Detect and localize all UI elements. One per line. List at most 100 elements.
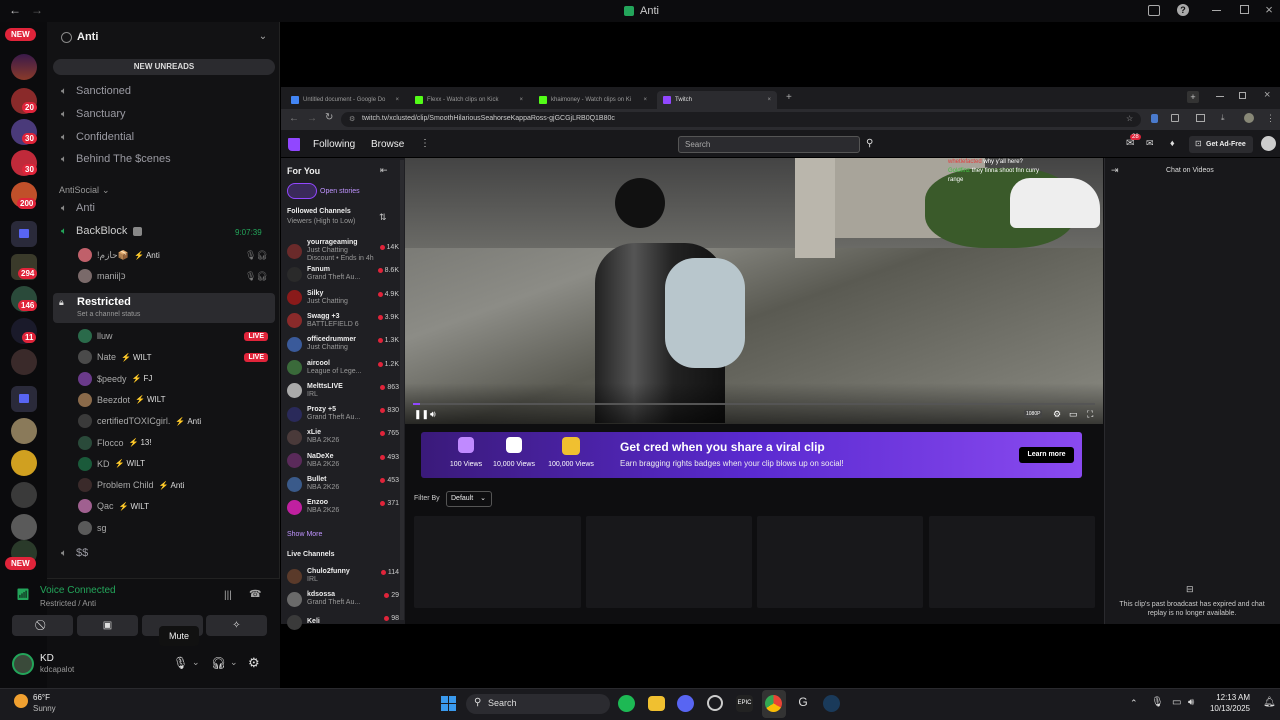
url-text[interactable]: twitch.tv/xclusted/clip/SmoothHilariousS… (362, 115, 615, 122)
voice-user[interactable]: $peedy ⚡ FJ (78, 371, 268, 387)
fullscreen-icon[interactable]: ⛶ (1087, 409, 1093, 420)
followed-channel[interactable]: Prozy +5 Grand Theft Au... 830 (287, 403, 399, 425)
filter-dropdown[interactable]: Default ⌄ (446, 491, 492, 507)
nav-following[interactable]: Following (313, 139, 355, 150)
followed-channel[interactable]: xLie NBA 2K26 765 (287, 426, 399, 448)
close-icon[interactable]: × (519, 97, 523, 103)
disconnect-icon[interactable]: ☎︎ (249, 589, 261, 600)
channel-behind-the-scenes[interactable]: 🔈︎ Behind The $cenes (58, 153, 171, 165)
close-icon[interactable]: × (767, 97, 771, 103)
server-folder-icon[interactable] (11, 221, 37, 247)
reload-icon[interactable]: ↻ (325, 112, 333, 123)
search-input[interactable]: Search (678, 136, 860, 153)
channel-anti[interactable]: 🔈︎ Anti (58, 202, 95, 214)
clip-card-placeholder[interactable] (757, 516, 923, 608)
camera-off-button[interactable]: ⃠ (12, 615, 73, 636)
voice-user[interactable]: Flocco ⚡ 13! (78, 435, 268, 451)
show-more-link[interactable]: Show More (287, 531, 322, 538)
pause-icon[interactable]: ❚❚ (414, 409, 429, 420)
theater-mode-icon[interactable]: ▭ (1069, 409, 1078, 420)
followed-channel[interactable]: Enzoo NBA 2K26 371 (287, 496, 399, 518)
close-icon[interactable]: × (1263, 2, 1275, 17)
weather-desc[interactable]: Sunny (33, 704, 56, 713)
server-icon-9[interactable] (11, 482, 37, 508)
server-icon-7[interactable] (11, 418, 37, 444)
channel-status[interactable]: Set a channel status (77, 311, 140, 318)
search-icon[interactable]: ⚲ (866, 138, 873, 149)
tab-twitch[interactable]: Twitch × (657, 91, 777, 109)
discord-icon[interactable] (677, 695, 694, 712)
user-name[interactable]: KD (40, 653, 54, 664)
back-arrow-icon[interactable]: ← (289, 113, 299, 124)
more-dots-icon[interactable]: ⋮ (420, 138, 430, 149)
sort-icon[interactable]: ⇅ (379, 212, 387, 223)
voice-user[interactable]: KD ⚡ WILT (78, 456, 268, 472)
forward-arrow-icon[interactable]: → (307, 113, 317, 124)
close-icon[interactable]: × (395, 97, 399, 103)
network-icon[interactable]: ▭ (1172, 697, 1181, 708)
minimize-icon[interactable] (1212, 10, 1221, 11)
chevron-down-icon[interactable]: ⌄ (257, 30, 269, 42)
speaker-icon[interactable]: 🔊︎ (1188, 697, 1194, 708)
extension-icon[interactable] (1151, 114, 1158, 123)
server-icon-6[interactable] (11, 349, 37, 375)
followed-channel[interactable]: NaDeXe NBA 2K26 493 (287, 450, 399, 472)
channel-sanctioned[interactable]: 🔈︎ Sanctioned (58, 85, 131, 97)
stories-avatars[interactable] (287, 183, 317, 199)
minimize-icon[interactable] (1216, 96, 1224, 97)
channel-sanctuary[interactable]: 🔈︎ Sanctuary (58, 108, 126, 120)
sidebar-scrollbar[interactable] (400, 160, 404, 620)
voice-user[interactable]: sg (78, 520, 268, 536)
back-arrow-icon[interactable]: ← (8, 3, 22, 17)
voice-connected-label[interactable]: Voice Connected (40, 585, 116, 596)
messages-icon[interactable]: ✉︎ (1146, 138, 1154, 149)
live-channel[interactable]: Chulo2funny IRL 114 (287, 565, 399, 587)
chevron-down-icon[interactable]: ⌄ (230, 657, 238, 668)
new-pill-top[interactable]: NEW (5, 28, 36, 41)
channel-confidential[interactable]: 🔈︎ Confidential (58, 131, 134, 143)
voice-user[interactable]: Problem Child ⚡ Anti (78, 477, 268, 493)
clip-card-placeholder[interactable] (414, 516, 581, 608)
chevron-down-icon[interactable]: ⌄ (192, 657, 200, 668)
tab-kick-flexx[interactable]: Flexx - Watch clips on Kick × (409, 91, 529, 109)
maximize-icon[interactable] (1240, 5, 1249, 14)
spotify-icon[interactable] (618, 695, 635, 712)
puzzle-icon[interactable] (1171, 114, 1179, 122)
tab-google-doc[interactable]: Untitled document - Google Do × (285, 91, 405, 109)
notifications-icon[interactable]: 🔔︎ (1263, 697, 1276, 708)
video-player[interactable] (405, 158, 1103, 424)
new-unreads-pill[interactable]: NEW UNREADS (53, 59, 275, 75)
voice-user[interactable]: manii|כּ (78, 268, 126, 284)
voice-user[interactable]: certifiedTOXICgirl. ⚡ Anti (78, 413, 268, 429)
file-explorer-icon[interactable] (648, 696, 665, 711)
tray-overflow-icon[interactable]: ⌃ (1130, 698, 1138, 709)
clip-card-placeholder[interactable] (586, 516, 752, 608)
microphone-icon[interactable]: 🎙︎ (173, 656, 188, 670)
headphones-icon[interactable]: 🎧︎ (211, 656, 226, 670)
followed-channel[interactable]: MelttsLIVE IRL 863 (287, 380, 399, 402)
nav-browse[interactable]: Browse (371, 139, 404, 150)
voice-user[interactable]: Beezdot ⚡ WILT (78, 392, 268, 408)
twitch-logo-icon[interactable] (288, 138, 300, 151)
soundboard-button[interactable]: ✧ (206, 615, 267, 636)
screen-share-button[interactable]: ▣ (77, 615, 138, 636)
new-pill-bottom[interactable]: NEW (5, 557, 36, 570)
followed-channel[interactable]: yourrageaming Just Chatting Discount • End… (287, 239, 399, 262)
voice-user[interactable]: lluw LIVE (78, 328, 268, 344)
site-info-icon[interactable]: ⚙︎ (349, 115, 355, 123)
weather-sun-icon[interactable] (14, 694, 28, 708)
server-icon-8[interactable] (11, 450, 37, 476)
maximize-icon[interactable] (1239, 92, 1246, 99)
settings-gear-icon[interactable]: ⚙︎ (248, 655, 260, 671)
noise-suppression-icon[interactable]: ||| (224, 590, 232, 601)
server-icon-windy-city[interactable] (11, 54, 37, 80)
server-name[interactable]: Anti (77, 31, 98, 43)
github-icon[interactable] (707, 695, 723, 711)
voice-user[interactable]: Nate ⚡ WILT LIVE (78, 349, 268, 365)
clock-time[interactable]: 12:13 AM (1208, 693, 1250, 702)
voice-location[interactable]: Restricted / Anti (40, 599, 96, 608)
user-avatar[interactable] (1261, 136, 1276, 151)
live-channel[interactable]: kdsossa Grand Theft Au... 29 (287, 588, 399, 610)
windows-start-icon[interactable] (441, 696, 456, 711)
followed-channel[interactable]: Swagg +3 BATTLEFIELD 6 3.9K (287, 310, 399, 332)
